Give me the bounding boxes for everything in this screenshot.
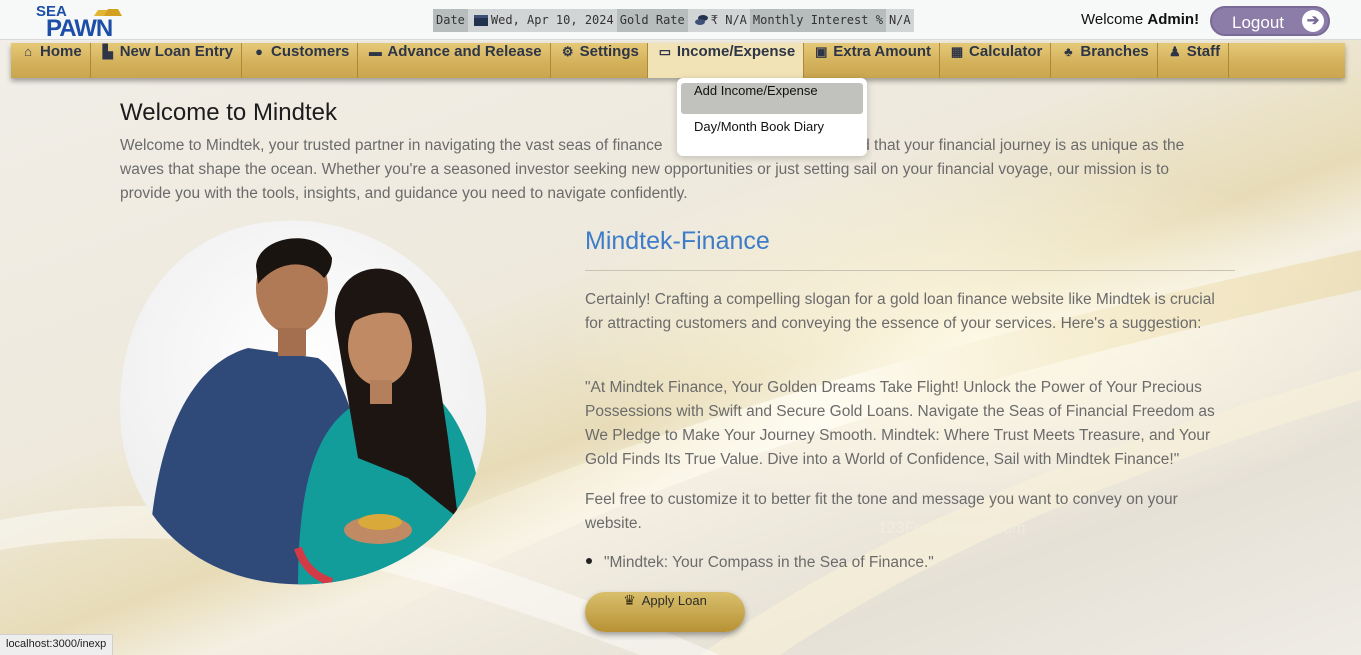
gold-rate-value-cell: ₹ N/A	[687, 9, 750, 32]
nav-home[interactable]: ⌂ Home	[11, 43, 91, 78]
intro-line-3: provide you with the tools, insights, an…	[120, 185, 688, 202]
arrow-right-icon: ➔	[1302, 10, 1324, 32]
intro-line-2: waves that shape the ocean. Whether you'…	[120, 161, 1169, 178]
date-value: Wed, Apr 10, 2024	[490, 13, 614, 27]
nav-new-loan-entry[interactable]: ▙ New Loan Entry	[91, 43, 243, 78]
nav-income-expense[interactable]: ▭ Income/Expense	[647, 43, 805, 78]
bank-icon: ▙	[102, 44, 113, 59]
intro-line-1: Welcome to Mindtek, your trusted partner…	[120, 134, 1220, 158]
calculator-icon: ▦	[950, 44, 964, 59]
top-header: SEA PAWN Date Wed, Apr 10, 2024 Gold Rat…	[0, 0, 1361, 42]
nav-advance-release[interactable]: ▬ Advance and Release	[358, 43, 551, 78]
nav-extra-amount-label: Extra Amount	[833, 43, 932, 60]
couple-photo	[120, 220, 487, 585]
dropdown-day-month-book-diary[interactable]: Day/Month Book Diary	[681, 119, 863, 150]
nav-new-loan-entry-label: New Loan Entry	[119, 43, 234, 60]
apply-loan-label: Apply Loan	[641, 593, 707, 608]
paragraph-1: Certainly! Crafting a compelling slogan …	[585, 291, 1215, 332]
nav-extra-amount[interactable]: ▣ Extra Amount	[804, 43, 941, 78]
logout-label: Logout	[1232, 13, 1284, 32]
date-label: Date	[433, 9, 468, 32]
nav-advance-release-label: Advance and Release	[387, 43, 542, 60]
nav-branches-label: Branches	[1080, 43, 1149, 60]
sea-pawn-logo[interactable]: SEA PAWN	[34, 3, 134, 42]
income-expense-dropdown: Add Income/Expense Day/Month Book Diary	[677, 78, 867, 156]
coins-icon	[694, 15, 708, 25]
gold-rate-label: Gold Rate	[616, 9, 688, 32]
watermark-text: 123FreeVectors.com	[878, 520, 1026, 537]
nav-customers[interactable]: ● Customers	[242, 43, 359, 78]
bullet-text: "Mindtek: Your Compass in the Sea of Fin…	[604, 554, 934, 571]
calendar-icon	[473, 15, 488, 26]
users-icon: ●	[255, 44, 263, 59]
nav-branches[interactable]: ♣ Branches	[1051, 43, 1158, 78]
money-icon: ▭	[658, 44, 671, 59]
welcome-user: Admin!	[1147, 11, 1200, 28]
dropdown-add-income-expense[interactable]: Add Income/Expense	[681, 83, 863, 114]
nav-staff[interactable]: ♟ Staff	[1158, 43, 1230, 78]
page-title: Welcome to Mindtek	[120, 99, 337, 126]
home-icon: ⌂	[24, 44, 32, 59]
status-bar-url: localhost:3000/inexp	[0, 634, 114, 655]
main-nav: ⌂ Home ▙ New Loan Entry ● Customers ▬ Advanc…	[11, 43, 1345, 78]
section-divider	[585, 270, 1235, 271]
bullet-item: "Mindtek: Your Compass in the Sea of Fin…	[585, 554, 934, 572]
gold-rate-value: ₹ N/A	[710, 13, 747, 27]
nav-calculator[interactable]: ▦ Calculator	[940, 43, 1052, 78]
welcome-text: Welcome Admin!	[1081, 11, 1199, 28]
nav-settings-label: Settings	[579, 43, 639, 60]
nav-staff-label: Staff	[1186, 43, 1221, 60]
interest-label: Monthly Interest %	[749, 9, 886, 32]
paragraph-2: "At Mindtek Finance, Your Golden Dreams …	[585, 379, 1215, 468]
sitemap-icon: ♣	[1064, 44, 1073, 59]
date-value-cell: Wed, Apr 10, 2024	[467, 9, 617, 32]
crown-icon: ♛	[623, 592, 636, 608]
intro-paragraph: Welcome to Mindtek, your trusted partner…	[120, 134, 1220, 206]
nav-income-expense-label: Income/Expense	[676, 43, 796, 60]
nav-home-label: Home	[40, 43, 82, 60]
intro-line-1-start: Welcome to Mindtek, your trusted partner…	[120, 137, 663, 154]
interest-value: N/A	[885, 9, 914, 32]
cash-icon: ▣	[815, 44, 828, 59]
nav-customers-label: Customers	[271, 43, 350, 60]
bullet-dot	[586, 558, 592, 565]
apply-loan-button[interactable]: ♛ Apply Loan	[585, 592, 745, 632]
section-title: Mindtek-Finance	[585, 227, 770, 255]
gears-icon: ⚙	[561, 44, 574, 59]
nav-calculator-label: Calculator	[969, 43, 1043, 60]
staff-icon: ♟	[1168, 44, 1181, 59]
intro-line-1-end: nd that your financial journey is as uni…	[852, 137, 1185, 154]
logout-button[interactable]: Logout ➔	[1210, 6, 1330, 36]
welcome-prefix: Welcome	[1081, 11, 1148, 28]
logo-text-bottom: PAWN	[46, 15, 113, 42]
info-strip: Date Wed, Apr 10, 2024 Gold Rate ₹ N/A M…	[433, 9, 914, 32]
card-icon: ▬	[368, 44, 382, 59]
nav-settings[interactable]: ⚙ Settings	[551, 43, 648, 78]
